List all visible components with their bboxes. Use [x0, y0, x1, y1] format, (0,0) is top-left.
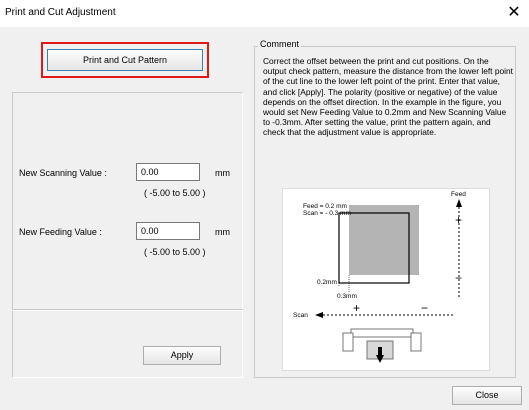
- feeding-range: ( -5.00 to 5.00 ): [144, 247, 206, 257]
- feeding-value-label: New Feeding Value :: [19, 227, 102, 237]
- scan-plus: +: [353, 301, 361, 315]
- scanning-value-input[interactable]: [136, 163, 200, 181]
- feed-plus: +: [455, 213, 463, 227]
- panel-divider: [12, 309, 243, 311]
- offset-scan-label: 0.3mm: [337, 293, 357, 300]
- scanning-value-label: New Scanning Value :: [19, 168, 107, 178]
- cutter-blade: [378, 347, 382, 355]
- carriage-rail: [350, 328, 414, 338]
- feeding-value-input[interactable]: [136, 222, 200, 240]
- offset-illustration: Feed = 0.2 mm Scan = - 0.3 mm Feed + − S…: [282, 188, 490, 371]
- feed-axis-label: Feed: [451, 191, 466, 198]
- scan-axis-label: Scan: [293, 312, 308, 319]
- feeding-unit: mm: [215, 227, 230, 237]
- comment-legend: Comment: [258, 39, 302, 49]
- scan-note: Scan = - 0.3 mm: [303, 210, 351, 217]
- pattern-button-highlight: Print and Cut Pattern: [41, 42, 209, 78]
- scanning-unit: mm: [215, 168, 230, 178]
- scanning-range: ( -5.00 to 5.00 ): [144, 188, 206, 198]
- close-icon[interactable]: ✕: [503, 2, 525, 24]
- title-bar: Print and Cut Adjustment ✕: [0, 0, 529, 27]
- scan-minus: −: [421, 301, 429, 315]
- feed-arrow-icon: [456, 199, 462, 207]
- print-and-cut-adjustment-dialog: Print and Cut Adjustment ✕ Print and Cut…: [0, 0, 529, 410]
- feed-minus: −: [455, 271, 463, 285]
- carriage-right-clamp: [410, 332, 422, 352]
- close-button[interactable]: Close: [452, 386, 522, 405]
- offset-feed-label: 0.2mm: [317, 279, 337, 286]
- comment-text: Correct the offset between the print and…: [263, 56, 513, 138]
- print-and-cut-pattern-button[interactable]: Print and Cut Pattern: [47, 49, 203, 71]
- apply-button[interactable]: Apply: [143, 346, 221, 365]
- window-title: Print and Cut Adjustment: [5, 7, 116, 18]
- feed-note: Feed = 0.2 mm: [303, 203, 347, 210]
- scan-arrow-icon: [315, 312, 323, 318]
- carriage-left-clamp: [342, 332, 354, 352]
